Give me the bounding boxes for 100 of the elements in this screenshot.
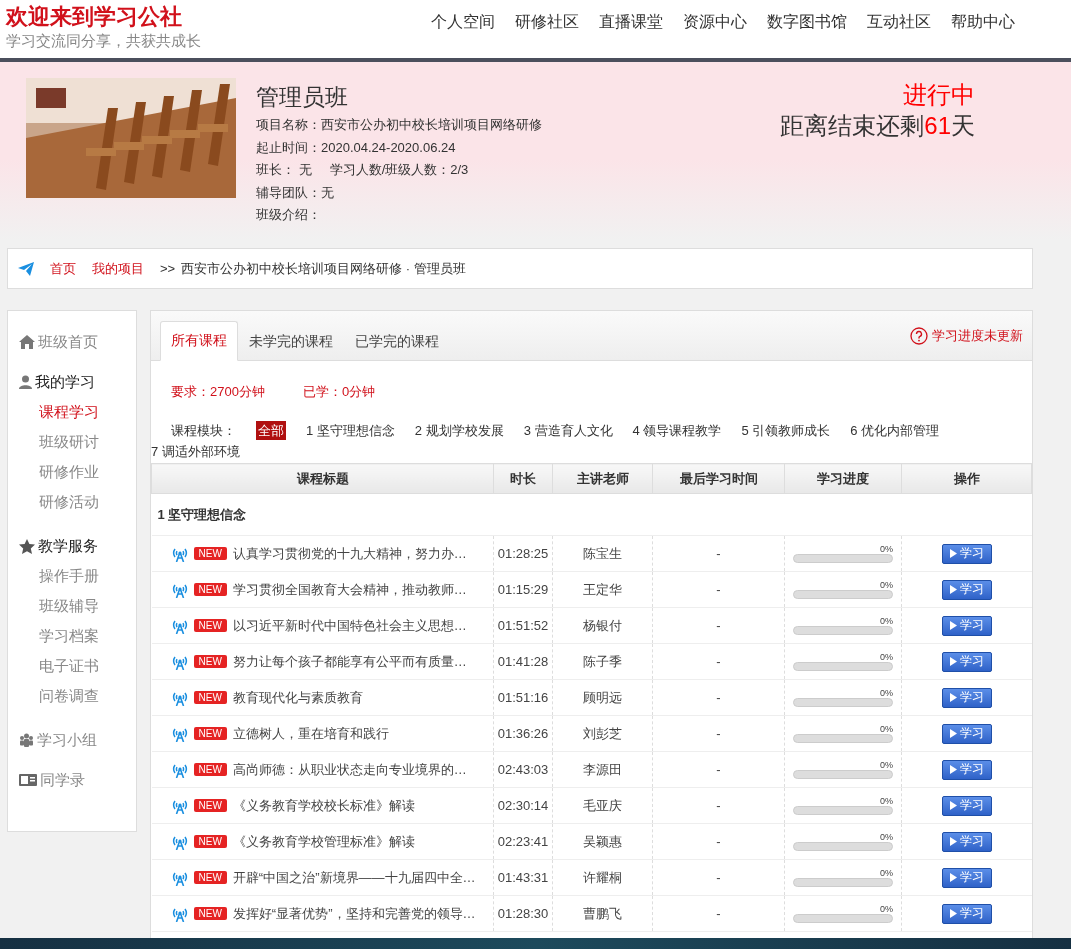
nav-link[interactable]: 个人空间 [431, 12, 495, 34]
user-icon [19, 375, 32, 389]
new-badge: NEW [193, 907, 227, 920]
course-title[interactable]: 高尚师德：从职业状态走向专业境界的… [232, 760, 467, 779]
info-text: 学习人数/班级人数：2/3 [329, 161, 469, 179]
new-badge: NEW [193, 727, 227, 740]
course-title[interactable]: 学习贯彻全国教育大会精神，推动教师… [232, 580, 467, 599]
sidebar-section[interactable]: 学习小组 [19, 729, 136, 751]
sidebar-item[interactable]: 班级研讨 [39, 427, 99, 457]
module-filter[interactable]: 2 规划学校发展 [414, 422, 504, 439]
countdown-text: 距离结束还剩61天 [780, 111, 975, 141]
study-button[interactable]: 学习 [941, 831, 992, 852]
nav-link[interactable]: 数字图书馆 [767, 12, 847, 34]
module-filter[interactable]: 1 坚守理想信念 [306, 422, 395, 439]
table-cell: 吴颖惠 [552, 823, 653, 860]
sidebar-section[interactable]: 同学录 [19, 769, 136, 791]
study-button[interactable]: 学习 [941, 615, 992, 636]
module-filter[interactable]: 3 营造育人文化 [523, 422, 613, 439]
play-icon [949, 765, 957, 774]
status-text: 进行中 [903, 80, 975, 110]
paper-plane-icon [18, 261, 34, 276]
study-button[interactable]: 学习 [941, 903, 992, 924]
sidebar-item[interactable]: 问卷调查 [39, 681, 99, 711]
progress-reading: 0% [880, 796, 893, 806]
nav-link[interactable]: 帮助中心 [951, 12, 1015, 34]
table-cell: 02:23:41 [493, 823, 553, 860]
module-filter[interactable]: 5 引领教师成长 [741, 422, 831, 439]
new-badge: NEW [193, 655, 227, 668]
nav-link[interactable]: 研修社区 [515, 12, 579, 34]
sidebar-item[interactable]: 操作手册 [39, 561, 99, 591]
table-cell: 曹鹏飞 [552, 895, 653, 932]
tab[interactable]: 已学完的课程 [344, 321, 450, 361]
breadcrumb-link[interactable]: 我的项目 [92, 259, 144, 278]
study-button[interactable]: 学习 [941, 687, 992, 708]
study-button[interactable]: 学习 [941, 759, 992, 780]
module-filter[interactable]: 6 优化内部管理 [850, 422, 940, 439]
table-cell: 杨银付 [552, 607, 653, 644]
module-label: 课程模块： [171, 422, 236, 440]
nav-link[interactable]: 互动社区 [867, 12, 931, 34]
course-title[interactable]: 《义务教育学校校长标准》解读 [232, 796, 415, 815]
sidebar-item[interactable]: 研修活动 [39, 487, 99, 517]
star-icon [19, 538, 35, 554]
progress-reading: 0% [880, 868, 893, 878]
module-filter[interactable]: 全部 [256, 421, 286, 440]
course-title[interactable]: 教育现代化与素质教育 [232, 688, 363, 707]
table-cell: 01:51:52 [493, 607, 553, 644]
info-text: 起止时间：2020.04.24-2020.06.24 [256, 138, 456, 157]
progress-reading: 0% [880, 688, 893, 698]
play-icon [949, 657, 957, 666]
module-filter[interactable]: 4 领导课程教学 [632, 422, 722, 439]
table-cell: 01:36:26 [493, 715, 553, 752]
study-button[interactable]: 学习 [941, 867, 992, 888]
play-icon [949, 585, 957, 594]
play-icon [949, 693, 957, 702]
sidebar-item[interactable]: 电子证书 [39, 651, 99, 681]
module-filter[interactable]: 7 调适外部环境 [151, 443, 240, 460]
table-cell: - [652, 715, 785, 752]
course-title[interactable]: 开辟“中国之治”新境界——十九届四中全… [232, 868, 476, 887]
sidebar-section[interactable]: 班级首页 [19, 331, 136, 353]
study-button[interactable]: 学习 [941, 651, 992, 672]
progress-reading: 0% [880, 580, 893, 590]
info-text: 班级介绍： [256, 206, 321, 224]
course-title[interactable]: 立德树人，重在培育和践行 [232, 724, 389, 743]
id-card-icon [19, 774, 37, 786]
new-badge: NEW [193, 547, 227, 560]
group-heading: 1 坚守理想信念 [151, 493, 1032, 536]
progress-notice-link[interactable]: 学习进度未更新 [910, 327, 1023, 345]
nav-link[interactable]: 资源中心 [683, 12, 747, 34]
play-icon [949, 873, 957, 882]
table-cell: 许耀桐 [552, 859, 653, 896]
table-cell: - [652, 751, 785, 788]
progress-reading: 0% [880, 832, 893, 842]
play-icon [949, 837, 957, 846]
course-title[interactable]: 以习近平新时代中国特色社会主义思想… [232, 616, 467, 635]
sidebar-item[interactable]: 班级辅导 [39, 591, 99, 621]
course-title[interactable]: 认真学习贯彻党的十九大精神，努力办… [232, 544, 467, 563]
breadcrumb-link[interactable]: 首页 [50, 259, 76, 278]
course-title[interactable]: 《义务教育学校管理标准》解读 [232, 832, 415, 851]
tab[interactable]: 未学完的课程 [238, 321, 344, 361]
requirement-text: 要求：2700分钟 [171, 383, 265, 401]
breadcrumb-current: 西安市公办初中校长培训项目网络研修 · 管理员班 [181, 259, 466, 278]
sidebar-section[interactable]: 我的学习 [19, 371, 136, 393]
nav-link[interactable]: 直播课堂 [599, 12, 663, 34]
course-title[interactable]: 发挥好“显著优势”，坚持和完善党的领导… [232, 904, 476, 923]
sidebar-item[interactable]: 研修作业 [39, 457, 99, 487]
sidebar-item[interactable]: 课程学习 [39, 397, 99, 427]
tab[interactable]: 所有课程 [160, 321, 238, 361]
sidebar-item[interactable]: 学习档案 [39, 621, 99, 651]
play-icon [949, 801, 957, 810]
table-cell: - [652, 571, 785, 608]
study-button[interactable]: 学习 [941, 723, 992, 744]
study-button[interactable]: 学习 [941, 543, 992, 564]
home-icon [19, 335, 35, 349]
table-cell: 01:43:31 [493, 859, 553, 896]
table-cell: - [652, 643, 785, 680]
progress-reading: 0% [880, 652, 893, 662]
study-button[interactable]: 学习 [941, 579, 992, 600]
sidebar-section[interactable]: 教学服务 [19, 535, 136, 557]
study-button[interactable]: 学习 [941, 795, 992, 816]
course-title[interactable]: 努力让每个孩子都能享有公平而有质量… [232, 652, 467, 671]
